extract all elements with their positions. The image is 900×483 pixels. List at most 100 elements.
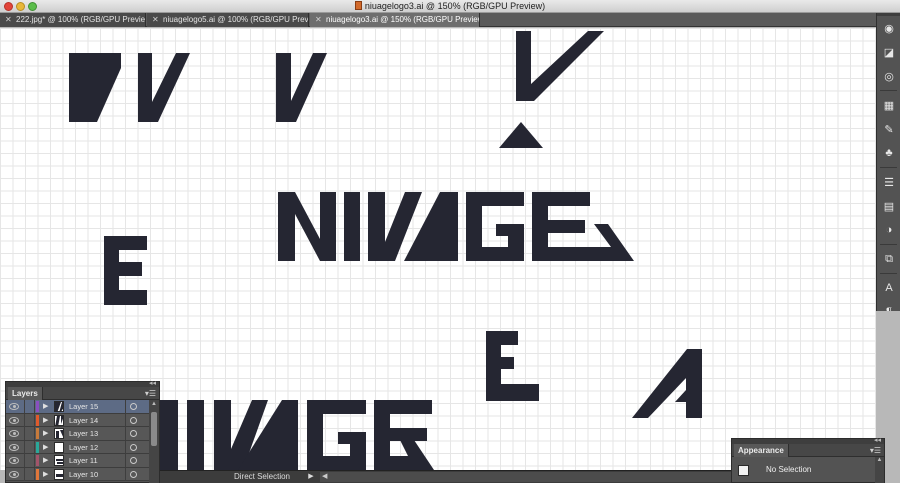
lock-toggle[interactable]	[24, 467, 35, 481]
column-divider	[125, 400, 126, 413]
layer-thumbnail	[54, 401, 64, 412]
illustrator-window: niuagelogo3.ai @ 150% (RGB/GPU Preview) …	[0, 0, 900, 483]
target-circle-icon[interactable]	[130, 430, 137, 437]
v-shape[interactable]	[138, 53, 190, 122]
scrollbar-thumb[interactable]	[151, 412, 157, 446]
tab-niuagelogo5[interactable]: ✕ niuagelogo5.ai @ 100% (RGB/GPU Preview…	[147, 13, 309, 27]
layer-row[interactable]: ▶ Layer 14	[6, 413, 149, 427]
stroke-icon[interactable]: ☰	[877, 170, 900, 194]
layer-row[interactable]: ▶ Layer 10	[6, 467, 149, 481]
layer-name[interactable]: Layer 14	[69, 414, 98, 427]
gradient-icon[interactable]: ◪	[877, 40, 900, 64]
target-circle-icon[interactable]	[130, 443, 137, 451]
transparency-icon[interactable]: ▤	[877, 194, 900, 218]
layer-row[interactable]: ▶ Layer 12	[6, 440, 149, 454]
tab-label: niuagelogo3.ai @ 150% (RGB/GPU Preview)	[326, 15, 480, 24]
layers-tab[interactable]: Layers	[8, 387, 43, 400]
close-tab-icon[interactable]: ✕	[152, 13, 159, 27]
nivage-logo[interactable]	[278, 192, 634, 261]
appearance-panel-header: Appearance ▾☰	[732, 444, 884, 457]
v-shape[interactable]	[516, 31, 604, 101]
close-tab-icon[interactable]: ✕	[315, 13, 322, 27]
lock-toggle[interactable]	[24, 413, 35, 427]
appearance-tab[interactable]: Appearance	[734, 444, 789, 457]
layer-thumbnail	[54, 428, 64, 439]
lock-toggle[interactable]	[24, 454, 35, 467]
target-circle-icon[interactable]	[130, 416, 137, 424]
layer-color-swatch	[36, 455, 39, 466]
niuage-logo-partial[interactable]	[160, 400, 434, 470]
toolbar-divider	[880, 244, 897, 245]
swatches-icon[interactable]: ▦	[877, 93, 900, 117]
visibility-eye-icon[interactable]	[9, 430, 19, 437]
tab-222-jpg[interactable]: ✕ 222.jpg* @ 100% (RGB/GPU Preview)	[0, 13, 146, 27]
expand-arrow-icon[interactable]: ▶	[43, 455, 48, 466]
collapse-panel-icon[interactable]: ◂◂	[874, 436, 881, 444]
panel-menu-icon[interactable]: ▾☰	[145, 389, 156, 398]
appearance-row: No Selection	[732, 457, 884, 483]
d-shape[interactable]	[69, 53, 121, 122]
layer-thumbnail	[54, 441, 64, 453]
target-circle-icon[interactable]	[130, 457, 137, 464]
expand-arrow-icon[interactable]: ▶	[43, 401, 48, 412]
appearance-icon[interactable]: ◎	[877, 64, 900, 88]
title-bar: niuagelogo3.ai @ 150% (RGB/GPU Preview)	[0, 0, 900, 13]
brushes-icon[interactable]: ✎	[877, 117, 900, 141]
column-divider	[125, 413, 126, 427]
column-divider	[125, 467, 126, 481]
layer-name[interactable]: Layer 15	[69, 400, 98, 413]
tab-label: niuagelogo5.ai @ 100% (RGB/GPU Preview)	[163, 15, 309, 24]
color-guide-icon[interactable]: ◉	[877, 16, 900, 40]
e-shape[interactable]	[486, 331, 539, 401]
toolbar-divider	[880, 90, 897, 91]
lock-toggle[interactable]	[24, 400, 35, 413]
expand-arrow-icon[interactable]: ▶	[43, 415, 48, 426]
layer-name[interactable]: Layer 13	[69, 427, 98, 440]
document-tab-bar: ✕ 222.jpg* @ 100% (RGB/GPU Preview) ✕ ni…	[0, 13, 876, 27]
play-arrow-icon[interactable]: ▶	[306, 473, 316, 481]
visibility-eye-icon[interactable]	[9, 403, 19, 410]
a-shape[interactable]	[632, 349, 702, 418]
graphic-styles-icon[interactable]: ◑	[877, 218, 900, 242]
expand-arrow-icon[interactable]: ▶	[43, 469, 48, 480]
layer-color-swatch	[36, 441, 39, 453]
v-shape[interactable]	[276, 53, 327, 122]
toolbar-divider	[880, 167, 897, 168]
layer-row[interactable]: ▶ Layer 15	[6, 400, 149, 414]
layers-panel: ◂◂ Layers ▾☰ ▶ Layer 15 ▶ Layer 14 ▶ Lay…	[5, 379, 160, 483]
character-icon[interactable]: A	[877, 276, 900, 300]
visibility-eye-icon[interactable]	[9, 443, 19, 451]
triangle-shape[interactable]	[499, 122, 543, 148]
appearance-scrollbar[interactable]: ▲	[875, 457, 884, 483]
expand-arrow-icon[interactable]: ▶	[43, 442, 48, 453]
scroll-left-icon[interactable]: ◀	[322, 472, 327, 482]
close-tab-icon[interactable]: ✕	[5, 13, 12, 27]
lock-toggle[interactable]	[24, 427, 35, 440]
layer-name[interactable]: Layer 11	[69, 454, 98, 467]
target-circle-icon[interactable]	[130, 403, 137, 410]
layer-name[interactable]: Layer 12	[69, 441, 98, 454]
expand-arrow-icon[interactable]: ▶	[43, 428, 48, 439]
symbols-icon[interactable]: ♣	[877, 141, 900, 165]
collapse-panel-icon[interactable]: ◂◂	[149, 379, 156, 387]
tab-niuagelogo3[interactable]: ✕ niuagelogo3.ai @ 150% (RGB/GPU Preview…	[310, 13, 480, 27]
lock-toggle[interactable]	[24, 440, 35, 454]
layer-row[interactable]: ▶ Layer 13	[6, 427, 149, 441]
layers-scrollbar[interactable]: ▲	[149, 400, 159, 483]
layer-name[interactable]: Layer 10	[69, 468, 98, 481]
visibility-eye-icon[interactable]	[9, 470, 19, 478]
layer-color-swatch	[36, 414, 39, 426]
artboards-icon[interactable]: ⧉	[877, 247, 900, 271]
current-tool-label[interactable]: Direct Selection	[212, 471, 312, 483]
panel-menu-icon[interactable]: ▾☰	[870, 446, 881, 455]
target-circle-icon[interactable]	[130, 470, 137, 478]
layer-row[interactable]: ▶ Layer 11	[6, 454, 149, 468]
layer-thumbnail	[54, 455, 64, 466]
visibility-eye-icon[interactable]	[9, 457, 19, 464]
layer-color-swatch	[36, 428, 39, 439]
scroll-up-icon[interactable]: ▲	[149, 400, 159, 409]
e-shape[interactable]	[104, 236, 147, 305]
appearance-status: No Selection	[766, 465, 812, 474]
layers-panel-header: Layers ▾☰	[6, 387, 159, 400]
visibility-eye-icon[interactable]	[9, 416, 19, 424]
